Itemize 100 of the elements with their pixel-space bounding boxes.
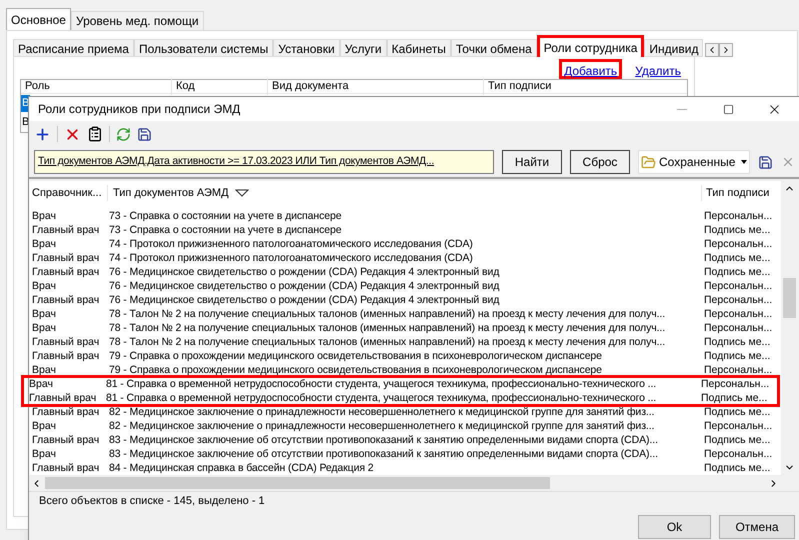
window-title: Роли сотрудников при подписи ЭМД — [38, 101, 242, 118]
table-cell-text: 79 - Справка о прохождении медицинского освидетельствования в психоневрологическом диспансере — [108, 363, 603, 377]
column-header[interactable]: Тип подписи — [483, 78, 683, 95]
table-cell-text: Подпись ме... — [703, 405, 772, 419]
scroll-thumb[interactable] — [45, 477, 550, 489]
scroll-thumb[interactable] — [783, 278, 796, 318]
table-cell-text: 76 - Медицинское свидетельство о рождении (CDA) Редакция 4 электронный вид — [108, 279, 500, 293]
saved-filters-button[interactable]: Сохраненные — [638, 150, 750, 174]
refresh-button[interactable] — [116, 126, 131, 142]
table-cell-text: 82 - Медицинское заключение о принадлежности несовершеннолетнего к медицинской группе для занятий физ... — [108, 419, 656, 433]
table-cell-text: 73 - Справка о состоянии на учете в диспансере — [108, 223, 342, 237]
column-header[interactable]: Вид документа — [267, 78, 483, 95]
table-cell-text: Персональн... — [703, 209, 774, 223]
caret-icon — [741, 160, 748, 164]
table-cell-text: 81 - Справка о временной нетрудоспособности студента, учащегося техникума, профессионально-технического ... — [105, 377, 658, 391]
tab[interactable]: Расписание приема — [13, 39, 134, 57]
table-cell-text: Главный врач — [28, 391, 98, 405]
table-cell-text: Главный врач — [31, 349, 100, 363]
table-cell-text: 83 - Медицинское заключение об отсутствии противопоказаний к занятию определенными видами спорта (CDA)... — [108, 447, 659, 461]
table-cell-text: Врач — [31, 447, 57, 461]
table-cell-text: Врач — [31, 363, 57, 377]
scroll-right-button[interactable] — [719, 43, 734, 57]
table-cell-text: Главный врач — [31, 405, 100, 419]
tab[interactable]: Роли сотрудника — [536, 35, 644, 57]
table-cell-text: Подпись ме... — [703, 251, 772, 265]
table-cell-text: Врач — [31, 307, 57, 321]
column-header[interactable]: Код — [171, 78, 267, 95]
table-cell-text: 78 - Талон № 2 на получение специальных талонов (именных направлений) на проезд к месту лечения для получ... — [108, 335, 666, 349]
table-cell-text: Врач — [28, 377, 54, 391]
table-cell-text: Врач — [31, 279, 57, 293]
table-cell-text: Персональн... — [703, 321, 774, 335]
table-cell-text: 79 - Справка о прохождении медицинского освидетельствования в психоневрологическом диспансере — [108, 349, 603, 363]
table-cell-text: Персональн... — [703, 363, 774, 377]
table-cell-text: Подпись ме... — [703, 223, 772, 237]
table-cell-text: Главный врач — [31, 223, 100, 237]
column-header[interactable]: Тип документов АЭМД — [107, 184, 701, 202]
table-cell-text: Персональн... — [703, 447, 774, 461]
table-cell-text: Персональн... — [703, 293, 774, 307]
scroll-left-button[interactable] — [705, 43, 720, 57]
column-header[interactable]: Тип подписи — [701, 184, 777, 202]
tab[interactable]: Уровень мед. помощи — [70, 11, 204, 30]
refresh-icon — [116, 126, 131, 142]
table-cell-text: 76 - Медицинское свидетельство о рождении (CDA) Редакция 4 электронный вид — [108, 265, 500, 279]
table-cell-text: Главный врач — [31, 251, 100, 265]
table-cell-text: 74 - Протокол прижизненного патологоанатомического исследования (CDA) — [108, 251, 474, 265]
clipboard-icon — [87, 126, 103, 142]
table-cell-text: Главный врач — [31, 461, 100, 475]
tab[interactable]: Пользователи системы — [134, 39, 274, 57]
minimize-icon — [677, 108, 687, 110]
table-cell-text: Персональн... — [703, 419, 774, 433]
table-cell-text: Подпись ме... — [703, 461, 772, 475]
maximize-icon — [722, 104, 734, 114]
filter-text: Тип документов АЭМД.Дата активности >= 17.03.2023 ИЛИ Тип документов АЭМД... — [38, 154, 434, 170]
table-cell-text: Подпись ме... — [703, 265, 772, 279]
plus-icon — [34, 126, 51, 142]
link[interactable]: Добавить — [559, 59, 622, 79]
save-filter-button[interactable] — [758, 154, 774, 170]
table-cell-text: Персональн... — [703, 279, 774, 293]
table-cell-text: Главный врач — [31, 265, 100, 279]
export-button[interactable] — [137, 126, 152, 142]
table-cell-text: 84 - Медицинская справка в бассейн (CDA) Редакция 2 — [108, 461, 374, 475]
column-header[interactable]: Справочник... — [29, 184, 107, 202]
add-button[interactable] — [34, 126, 51, 142]
table-cell-text: 74 - Протокол прижизненного патологоанатомического исследования (CDA) — [108, 237, 474, 251]
sort-icon — [234, 189, 249, 197]
action-button[interactable]: Найти — [502, 150, 562, 174]
tab[interactable]: Установки — [273, 39, 340, 57]
filter-field[interactable]: Тип документов АЭМД.Дата активности >= 17.03.2023 ИЛИ Тип документов АЭМД... — [34, 150, 494, 174]
table-cell-text: Главный врач — [31, 293, 100, 307]
status-text: Всего объектов в списке - 145, выделено - 1 — [39, 494, 265, 510]
table-cell-text: 82 - Медицинское заключение о принадлежности несовершеннолетнего к медицинской группе для занятий физ... — [108, 405, 656, 419]
table-cell-text: Подпись ме... — [703, 433, 772, 447]
table-cell-text: Подпись ме... — [703, 349, 772, 363]
table-cell-text: Персональн... — [700, 377, 770, 391]
table-cell-text: Подпись ме... — [703, 335, 772, 349]
column-header[interactable]: Роль — [21, 78, 171, 95]
tab[interactable]: Индивид — [644, 39, 704, 57]
table-cell-text: Врач — [31, 209, 57, 223]
tab[interactable]: Точки обмена — [450, 39, 537, 57]
table-cell-text: 78 - Талон № 2 на получение специальных талонов (именных направлений) на проезд к месту лечения для получ... — [108, 321, 666, 335]
folder-icon — [641, 154, 656, 170]
table-cell-text: Главный врач — [31, 335, 100, 349]
table-cell-text: 73 - Справка о состоянии на учете в диспансере — [108, 209, 342, 223]
table-cell-text: Врач — [31, 419, 57, 433]
tab[interactable]: Основное — [6, 8, 71, 30]
properties-button[interactable] — [87, 126, 103, 142]
action-button[interactable]: Сброс — [570, 150, 630, 174]
ok-button[interactable]: Ok — [638, 515, 711, 539]
table-cell-text: Персональн... — [703, 307, 774, 321]
table-cell-text: Врач — [31, 321, 57, 335]
table-cell-text: Персональн... — [703, 237, 774, 251]
table-cell-text: 78 - Талон № 2 на получение специальных талонов (именных направлений) на проезд к месту лечения для получ... — [108, 307, 666, 321]
tab[interactable]: Услуги — [340, 39, 387, 57]
table-cell-text: Врач — [31, 237, 57, 251]
save-icon — [758, 154, 774, 170]
table-cell-text: Главный врач — [31, 433, 100, 447]
table-cell-text: Подпись ме... — [700, 391, 768, 405]
tab[interactable]: Кабинеты — [386, 39, 451, 57]
cancel-button[interactable]: Отмена — [719, 515, 795, 539]
link[interactable]: Удалить — [630, 59, 686, 79]
